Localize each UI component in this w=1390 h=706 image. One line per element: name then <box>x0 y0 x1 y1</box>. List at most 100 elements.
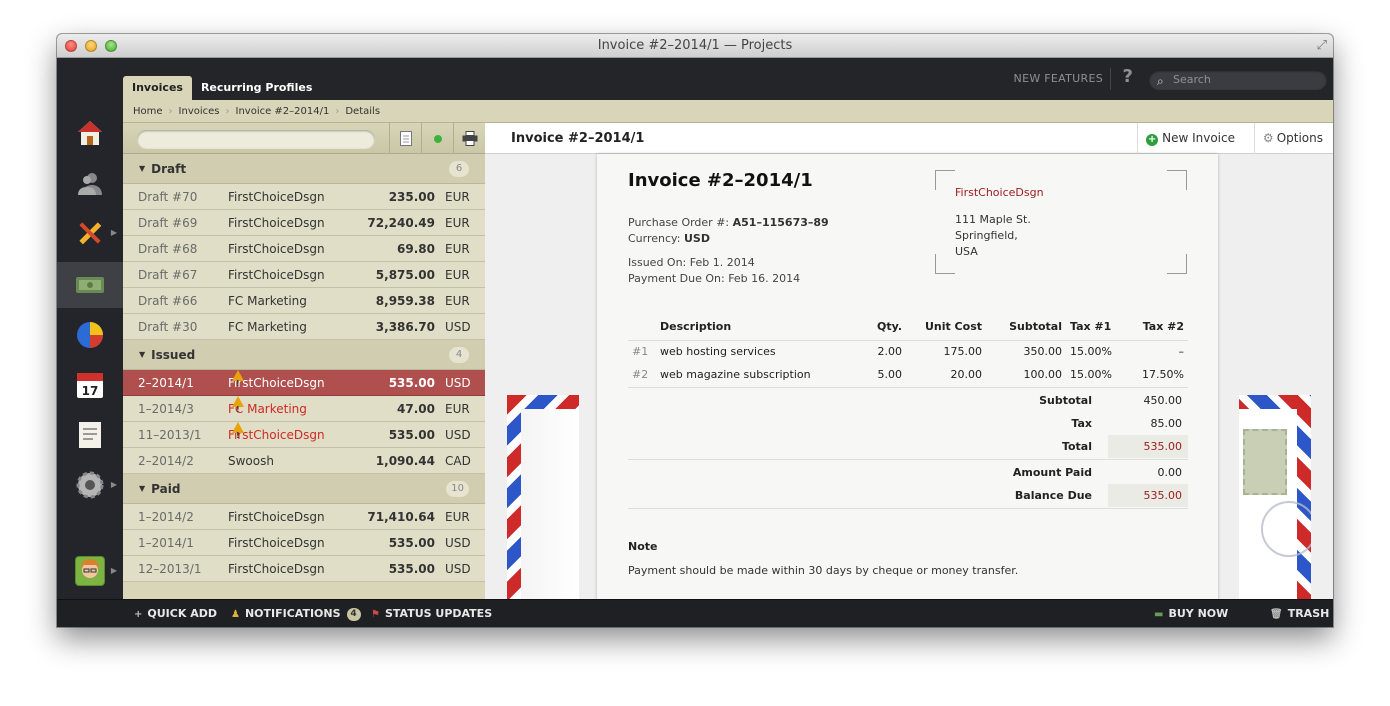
table-row[interactable]: #1 web hosting services 2.00 175.00 350.… <box>628 340 1188 363</box>
list-item[interactable]: Draft #30 FC Marketing 3,386.70 USD <box>123 314 485 340</box>
status-updates-button[interactable]: ⚑ STATUS UPDATES <box>371 600 492 627</box>
calendar-icon: 17 <box>75 370 105 400</box>
plus-icon: + <box>1146 134 1159 146</box>
client-address-block[interactable]: FirstChoiceDsgn 111 Maple St. Springfiel… <box>935 170 1187 274</box>
group-header-paid[interactable]: ▼ Paid 10 <box>123 474 485 504</box>
money-icon: ▬ <box>1154 609 1164 620</box>
sidebar-item-documents[interactable] <box>57 412 123 458</box>
sidebar-item-reports[interactable] <box>57 312 123 358</box>
line-subtotal: 350.00 <box>1023 345 1063 359</box>
list-item[interactable]: Draft #66 FC Marketing 8,959.38 EUR <box>123 288 485 314</box>
breadcrumb-separator: › <box>225 105 230 117</box>
trash-button[interactable]: 🗑 TRASH <box>1270 600 1329 627</box>
list-filter-input[interactable] <box>137 130 375 149</box>
print-icon[interactable] <box>453 123 485 154</box>
list-item[interactable]: Draft #69 FirstChoiceDsgn 72,240.49 EUR <box>123 210 485 236</box>
list-item[interactable]: 1–2014/2 FirstChoiceDsgn 71,410.64 EUR <box>123 504 485 530</box>
note-text: Payment should be made within 30 days by… <box>628 564 1019 577</box>
postmark-icon <box>1261 501 1311 557</box>
sidebar-item-contacts[interactable] <box>57 160 123 206</box>
column-header: Tax #2 <box>1118 314 1188 341</box>
trash-icon: 🗑 <box>1270 609 1283 620</box>
divider <box>628 387 1188 388</box>
list-item[interactable]: 1–2014/1 FirstChoiceDsgn 535.00 USD <box>123 530 485 556</box>
group-name: Draft <box>151 161 187 176</box>
tab-recurring-profiles[interactable]: Recurring Profiles <box>192 76 321 100</box>
currency: USD <box>445 376 471 390</box>
sidebar-item-home[interactable] <box>57 110 123 156</box>
search-input[interactable]: ⌕ Search <box>1149 70 1327 90</box>
subtotal-row: Subtotal 450.00 <box>628 389 1188 412</box>
document-icon[interactable] <box>389 123 421 154</box>
buy-now-button[interactable]: ▬ BUY NOW <box>1154 600 1228 627</box>
currency: Currency: USD <box>628 232 710 245</box>
disclosure-icon: ▼ <box>139 164 146 173</box>
list-item[interactable]: Draft #68 FirstChoiceDsgn 69.80 EUR <box>123 236 485 262</box>
sidebar-item-invoices[interactable] <box>57 262 123 308</box>
group-count-badge: 4 <box>449 347 469 363</box>
amount: 71,410.64 <box>367 510 435 524</box>
currency: USD <box>445 428 471 442</box>
table-row[interactable]: #2 web magazine subscription 5.00 20.00 … <box>628 363 1188 386</box>
invoice-id: 2–2014/2 <box>138 454 194 468</box>
breadcrumb-invoices[interactable]: Invoices <box>179 106 220 117</box>
help-icon[interactable]: ? <box>1123 66 1133 87</box>
amount-paid-label: Amount Paid <box>1012 466 1092 479</box>
invoice-id: Draft #66 <box>138 294 198 308</box>
list-item[interactable]: Draft #70 FirstChoiceDsgn 235.00 EUR <box>123 184 485 210</box>
close-window-button[interactable] <box>65 40 77 52</box>
client-name: FC Marketing <box>228 320 307 334</box>
line-tax1: 15.00% <box>1070 368 1112 381</box>
zoom-window-button[interactable] <box>105 40 117 52</box>
sidebar-item-settings[interactable]: ▶ <box>57 462 123 508</box>
list-item[interactable]: 12–2013/1 FirstChoiceDsgn 535.00 USD <box>123 556 485 582</box>
list-item[interactable]: 1–2014/3 FC Marketing! 47.00 EUR <box>123 396 485 422</box>
sidebar-item-projects[interactable]: ▶ <box>57 210 123 256</box>
calendar-day: 17 <box>82 384 99 398</box>
contacts-icon <box>75 168 105 198</box>
new-invoice-button[interactable]: + New Invoice <box>1137 123 1243 154</box>
address-line-3: USA <box>955 245 978 258</box>
tab-invoices[interactable]: Invoices <box>123 76 192 100</box>
group-header-issued[interactable]: ▼ Issued 4 <box>123 340 485 370</box>
quick-add-button[interactable]: + QUICK ADD <box>134 600 217 627</box>
list-item[interactable]: 11–2013/1 FirstChoiceDsgn! 535.00 USD <box>123 422 485 448</box>
breadcrumb-invoice[interactable]: Invoice #2–2014/1 <box>236 106 330 117</box>
breadcrumb-details[interactable]: Details <box>345 106 380 117</box>
invoice-id: Draft #67 <box>138 268 198 282</box>
warning-icon: ! <box>232 422 244 440</box>
sidebar-user[interactable]: ▶ <box>57 548 123 594</box>
status-filter-button[interactable] <box>421 123 453 154</box>
warning-icon: ! <box>232 370 244 388</box>
group-header-draft[interactable]: ▼ Draft 6 <box>123 154 485 184</box>
amount: 235.00 <box>388 190 435 204</box>
notifications-button[interactable]: ♟ NOTIFICATIONS 4 <box>231 600 361 627</box>
note-heading: Note <box>628 540 658 553</box>
page-title: Invoice #2–2014/1 <box>511 131 645 146</box>
total-value: 535.00 <box>1108 435 1188 458</box>
status-dot-icon <box>433 134 442 143</box>
due-date: Payment Due On: Feb 16. 2014 <box>628 272 801 285</box>
currency: CAD <box>445 454 471 468</box>
sidebar-item-calendar[interactable]: 17 <box>57 362 123 408</box>
line-description: web hosting services <box>660 345 776 359</box>
avatar <box>75 556 105 586</box>
list-item-selected[interactable]: 2–2014/1 FirstChoiceDsgn! 535.00 USD <box>123 370 485 396</box>
list-item[interactable]: Draft #67 FirstChoiceDsgn 5,875.00 EUR <box>123 262 485 288</box>
breadcrumb-home[interactable]: Home <box>133 106 163 117</box>
invoice-id: Draft #68 <box>138 242 198 256</box>
line-unit-cost: 20.00 <box>950 368 983 381</box>
total-row: Total 535.00 <box>628 435 1188 458</box>
envelope-left-decoration <box>507 395 579 599</box>
invoice-title: Invoice #2–2014/1 <box>628 170 813 191</box>
stamp-icon <box>1243 429 1287 495</box>
minimize-window-button[interactable] <box>85 40 97 52</box>
balance-due-label: Balance Due <box>1014 489 1092 502</box>
list-item[interactable]: 2–2014/2 Swoosh 1,090.44 CAD <box>123 448 485 474</box>
fullscreen-icon[interactable]: ⤢ <box>1317 38 1327 53</box>
options-button[interactable]: ⚙ Options <box>1253 123 1333 154</box>
divider <box>1110 68 1111 90</box>
new-features-link[interactable]: NEW FEATURES <box>1014 72 1103 85</box>
invoice-id: 2–2014/1 <box>138 376 194 390</box>
subtotal-label: Subtotal <box>1039 394 1092 407</box>
